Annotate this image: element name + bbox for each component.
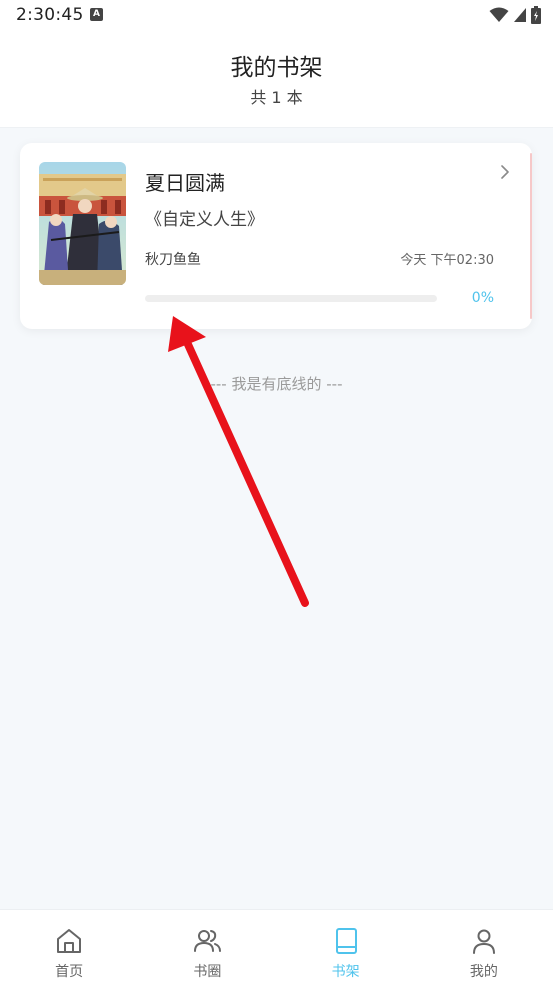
chapter-name: 《自定义人生》 <box>145 210 264 230</box>
nav-item-mine[interactable]: 我的 <box>415 910 553 984</box>
nav-item-bookshelf[interactable]: 书架 <box>277 910 415 984</box>
book-cover-image[interactable] <box>39 162 126 285</box>
users-icon <box>194 930 222 952</box>
chevron-right-icon[interactable] <box>498 163 512 181</box>
status-time: 2:30:45 <box>16 5 84 25</box>
user-icon <box>472 929 495 954</box>
book-card[interactable]: 夏日圆满 《自定义人生》 秋刀鱼鱼 今天 下午02:30 0% <box>20 143 532 329</box>
page-title: 我的书架 <box>230 55 323 81</box>
card-edge <box>530 153 532 319</box>
book-cover-illustration <box>39 162 126 285</box>
book-count: 共 1 本 <box>250 88 303 107</box>
nav-item-home[interactable]: 首页 <box>0 910 138 984</box>
battery-icon <box>531 6 541 24</box>
nav-label-bookshelf: 书架 <box>331 964 360 980</box>
reading-progress-text: 0% <box>471 290 494 306</box>
nav-item-circle[interactable]: 书圈 <box>138 910 276 984</box>
home-icon <box>57 929 82 953</box>
a-icon: A <box>90 8 103 21</box>
status-icons <box>489 6 541 24</box>
end-of-list-text: --- 我是有底线的 --- <box>210 375 343 393</box>
page-header: 我的书架 共 1 本 <box>0 30 553 128</box>
reading-progress-bar <box>145 295 437 302</box>
status-bar: 2:30:45 A <box>0 0 553 30</box>
signal-icon <box>514 8 526 22</box>
nav-label-home: 首页 <box>55 964 84 980</box>
nav-label-mine: 我的 <box>469 964 498 980</box>
nav-label-circle: 书圈 <box>193 964 222 980</box>
book-icon <box>335 928 357 954</box>
author-name: 秋刀鱼鱼 <box>145 252 201 268</box>
wifi-icon <box>489 7 509 22</box>
book-title: 夏日圆满 <box>145 171 225 195</box>
bottom-nav: 首页 书圈 书架 我的 <box>0 909 553 984</box>
update-time: 今天 下午02:30 <box>400 253 494 268</box>
